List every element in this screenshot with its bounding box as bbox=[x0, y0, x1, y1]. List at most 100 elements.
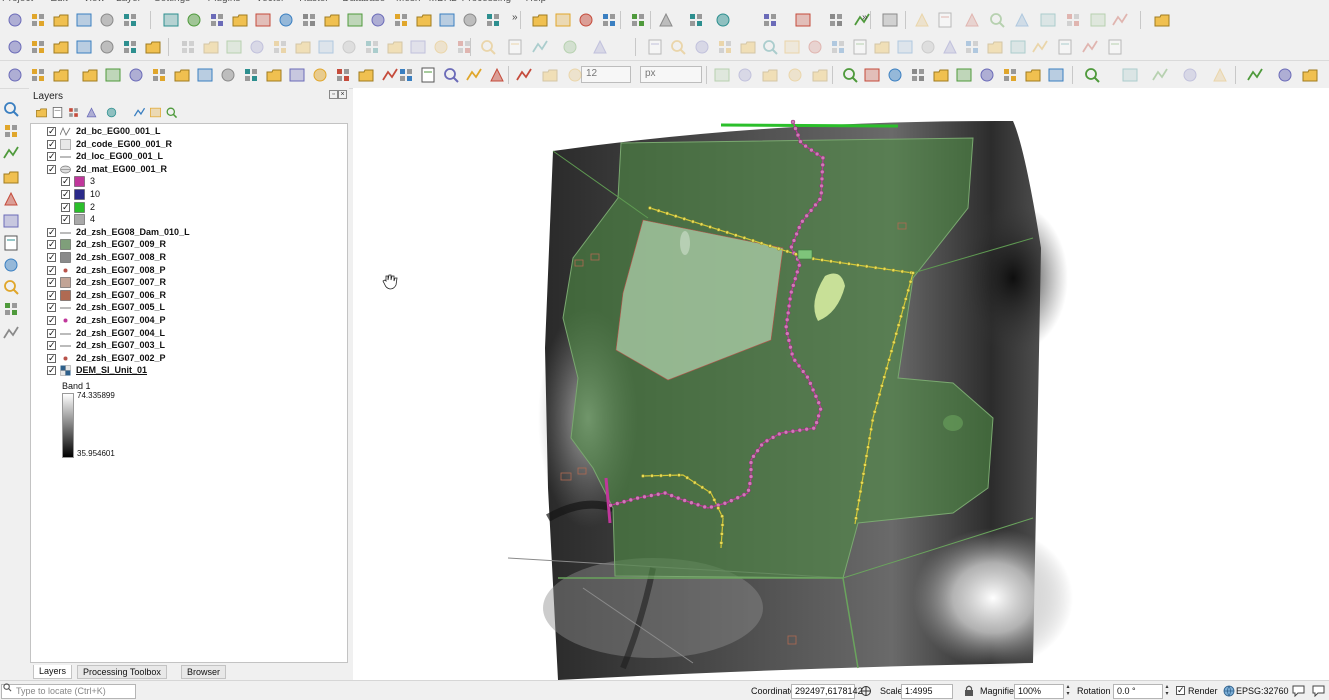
layer-tree-item[interactable]: ✓ 2d_zsh_EG07_008_R bbox=[31, 251, 347, 264]
layer-visibility-checkbox[interactable]: ✓ bbox=[47, 253, 56, 262]
tb3-tool-icon-19[interactable] bbox=[441, 65, 461, 85]
tb1-tool-icon-40[interactable] bbox=[1063, 10, 1083, 30]
tb2-tool-icon-6[interactable] bbox=[143, 37, 163, 57]
tb2-tool-icon-44[interactable] bbox=[1080, 37, 1100, 57]
tb2-tool-icon-36[interactable] bbox=[895, 37, 915, 57]
layer-visibility-checkbox[interactable]: ✓ bbox=[47, 328, 56, 338]
tb2-tool-icon-34[interactable] bbox=[850, 37, 870, 57]
menu-item-database[interactable]: Database bbox=[342, 0, 385, 4]
menu-item-layer[interactable]: Layer bbox=[116, 0, 141, 4]
tb1-tool-icon-31[interactable] bbox=[826, 10, 846, 30]
tb1-tool-icon-17[interactable] bbox=[414, 10, 434, 30]
tb3-tool-icon-6[interactable] bbox=[149, 65, 169, 85]
tb3-tool-icon-32[interactable] bbox=[885, 65, 905, 85]
menu-item-view[interactable]: View bbox=[83, 0, 105, 4]
tb3-tool-icon-28[interactable] bbox=[785, 65, 805, 85]
tb2-tool-icon-2[interactable] bbox=[51, 37, 71, 57]
vertical-tool-icon-5[interactable] bbox=[2, 212, 22, 232]
tb3-tool-icon-2[interactable] bbox=[51, 65, 71, 85]
tb1-tool-icon-14[interactable] bbox=[345, 10, 365, 30]
tb2-tool-icon-20[interactable] bbox=[478, 37, 498, 57]
menu-item-processing[interactable]: Processing bbox=[462, 0, 511, 4]
tb2-tool-icon-29[interactable] bbox=[738, 37, 758, 57]
tb3-tool-icon-5[interactable] bbox=[126, 65, 146, 85]
crs-label[interactable]: EPSG:32760 bbox=[1236, 686, 1289, 696]
tb3-tool-icon-39[interactable] bbox=[1046, 65, 1066, 85]
layer-visibility-checkbox[interactable]: ✓ bbox=[47, 353, 56, 363]
tb2-tool-icon-25[interactable] bbox=[645, 37, 665, 57]
tb1-tool-icon-20[interactable] bbox=[483, 10, 503, 30]
tb3-tool-icon-0[interactable] bbox=[5, 65, 25, 85]
tb2-tool-icon-35[interactable] bbox=[872, 37, 892, 57]
menu-item-plugins[interactable]: Plugins bbox=[208, 0, 241, 4]
tb1-tool-icon-41[interactable] bbox=[1088, 10, 1108, 30]
render-checkbox[interactable]: ✓ bbox=[1176, 686, 1185, 695]
tb1-tool-icon-0[interactable] bbox=[5, 10, 25, 30]
menu-item-edit[interactable]: Edit bbox=[50, 0, 67, 4]
vertical-tool-icon-0[interactable] bbox=[2, 100, 22, 120]
tb1-tool-icon-12[interactable] bbox=[299, 10, 319, 30]
scale-combobox[interactable]: 1:4995 bbox=[901, 684, 953, 699]
tb1-tool-icon-16[interactable] bbox=[391, 10, 411, 30]
rotation-field[interactable]: 0.0 ° bbox=[1113, 684, 1163, 699]
vertical-tool-icon-3[interactable] bbox=[2, 168, 22, 188]
layer-visibility-checkbox[interactable]: ✓ bbox=[61, 177, 70, 187]
tb1-tool-icon-2[interactable] bbox=[51, 10, 71, 30]
layer-tree-item[interactable]: ✓ 2d_code_EG00_001_R bbox=[31, 138, 347, 151]
tb3-tool-icon-11[interactable] bbox=[264, 65, 284, 85]
layer-tree-item[interactable]: ✓ 10 bbox=[31, 188, 347, 201]
tb3-tool-icon-4[interactable] bbox=[103, 65, 123, 85]
tb3-tool-icon-1[interactable] bbox=[28, 65, 48, 85]
tb2-tool-icon-14[interactable] bbox=[339, 37, 359, 57]
tb3-tool-icon-21[interactable] bbox=[487, 65, 507, 85]
layer-visibility-checkbox[interactable]: ✓ bbox=[47, 303, 56, 313]
layer-tree-item[interactable]: ✓ DEM_SI_Unit_01 bbox=[31, 364, 347, 377]
layer-visibility-checkbox[interactable]: ✓ bbox=[47, 366, 56, 376]
tb3-tool-icon-31[interactable] bbox=[862, 65, 882, 85]
vertical-tool-icon-10[interactable] bbox=[2, 324, 22, 344]
tb3-tool-icon-12[interactable] bbox=[287, 65, 307, 85]
tb1-tool-icon-1[interactable] bbox=[28, 10, 48, 30]
tb3-tool-icon-14[interactable] bbox=[333, 65, 353, 85]
layer-tree-item[interactable]: ✓ 2d_mat_EG00_001_R bbox=[31, 163, 347, 176]
vertical-tool-icon-6[interactable] bbox=[2, 234, 22, 254]
tb3-tool-icon-15[interactable] bbox=[356, 65, 376, 85]
tb1-tool-icon-22[interactable] bbox=[553, 10, 573, 30]
tab-browser[interactable]: Browser bbox=[181, 665, 227, 679]
coordinate-field[interactable]: 292497,6178142 bbox=[791, 684, 863, 699]
tb3-tool-icon-26[interactable] bbox=[735, 65, 755, 85]
layer-tree-item[interactable]: ✓ 2d_zsh_EG07_003_L bbox=[31, 339, 347, 352]
tb2-tool-icon-26[interactable] bbox=[668, 37, 688, 57]
menu-item-mesh[interactable]: Mesh bbox=[396, 0, 420, 4]
tb1-tool-icon-43[interactable] bbox=[1152, 10, 1172, 30]
tb1-tool-icon-9[interactable] bbox=[230, 10, 250, 30]
tb1-tool-icon-25[interactable] bbox=[628, 10, 648, 30]
tb3-tool-icon-36[interactable] bbox=[977, 65, 997, 85]
layer-visibility-checkbox[interactable]: ✓ bbox=[47, 227, 56, 237]
tb2-tool-icon-22[interactable] bbox=[530, 37, 550, 57]
tb2-tool-icon-11[interactable] bbox=[270, 37, 290, 57]
layer-visibility-checkbox[interactable]: ✓ bbox=[61, 215, 70, 225]
tb1-tool-icon-29[interactable] bbox=[760, 10, 780, 30]
tb2-tool-icon-17[interactable] bbox=[408, 37, 428, 57]
tb2-tool-icon-45[interactable] bbox=[1105, 37, 1125, 57]
tb3-tool-icon-37[interactable] bbox=[1000, 65, 1020, 85]
tb1-tool-icon-6[interactable] bbox=[161, 10, 181, 30]
tb2-tool-icon-31[interactable] bbox=[782, 37, 802, 57]
tb1-tool-icon-26[interactable] bbox=[656, 10, 676, 30]
layer-tree-item[interactable]: ✓ 2d_zsh_EG07_007_R bbox=[31, 276, 347, 289]
layer-visibility-checkbox[interactable]: ✓ bbox=[61, 190, 70, 199]
tb2-tool-icon-3[interactable] bbox=[74, 37, 94, 57]
messages-icon[interactable] bbox=[1292, 685, 1305, 697]
tb3-tool-icon-30[interactable] bbox=[840, 65, 860, 85]
tb1-tool-icon-21[interactable] bbox=[530, 10, 550, 30]
tb1-tool-icon-18[interactable] bbox=[437, 10, 457, 30]
panel-close-icon[interactable]: × bbox=[338, 90, 347, 99]
layer-visibility-checkbox[interactable]: ✓ bbox=[47, 164, 56, 174]
tb2-tool-icon-5[interactable] bbox=[120, 37, 140, 57]
tb2-tool-icon-10[interactable] bbox=[247, 37, 267, 57]
layer-tree-item[interactable]: ✓ 2d_bc_EG00_001_L bbox=[31, 125, 347, 138]
layer-tree-item[interactable]: ✓ 2d_zsh_EG07_005_L bbox=[31, 301, 347, 314]
tb1-tool-icon-39[interactable] bbox=[1038, 10, 1058, 30]
tb3-tool-icon-45[interactable] bbox=[1245, 65, 1265, 85]
